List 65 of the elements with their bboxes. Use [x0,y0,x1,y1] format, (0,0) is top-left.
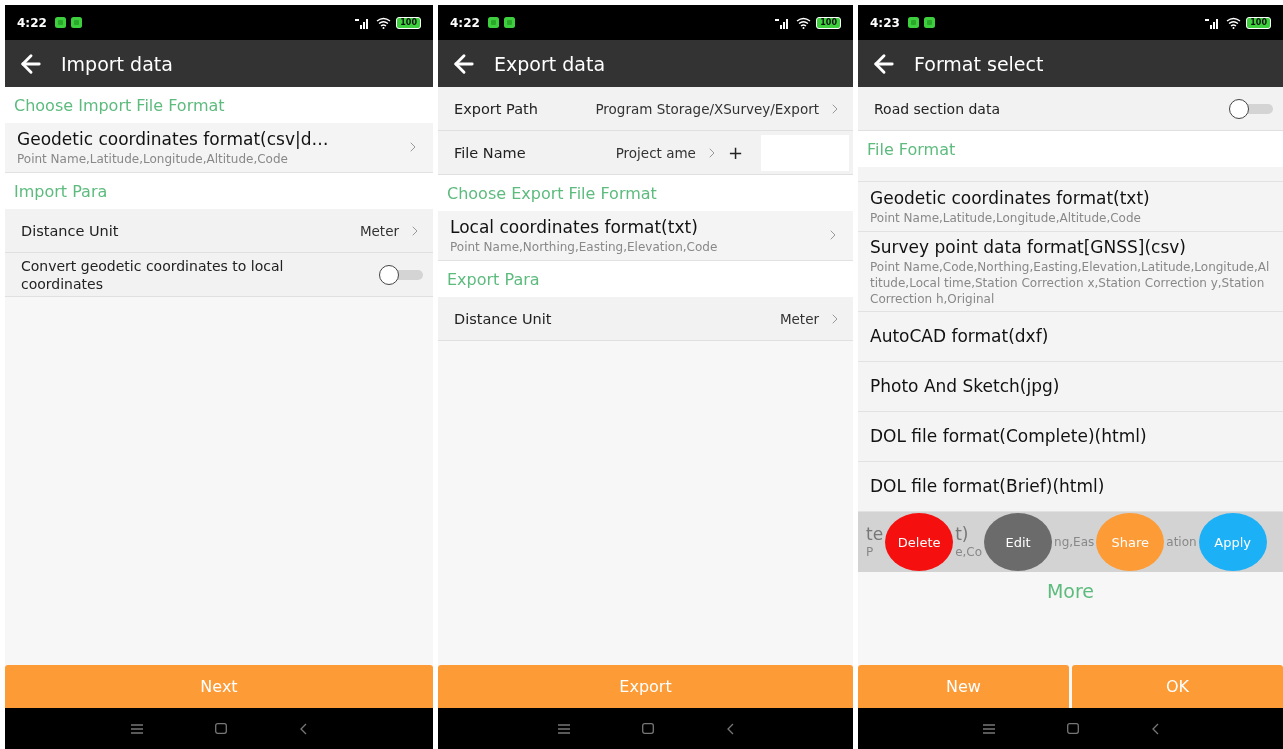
format-title: Local coordinates format(txt) [450,216,698,239]
wifi-icon [376,16,392,29]
section-header: Choose Export File Format [438,175,853,211]
format-fields: Point Name,Latitude,Longitude,Altitude,Code [870,210,1141,226]
section-header: File Format [858,131,1283,167]
format-title: DOL file format(Complete)(html) [870,425,1147,448]
screen-title: Format select [914,52,1044,75]
screen-title: Import data [61,52,173,75]
format-fields: Point Name,Northing,Easting,Elevation,Code [450,239,718,255]
notification-icon [487,17,499,28]
toggle-switch[interactable] [379,264,423,285]
add-icon[interactable]: + [727,142,743,163]
setting-label: Convert geodetic coordinates to local coordinates [21,256,285,293]
format-fields: Point Name,Code,Northing,Easting,Elevation,Latitude,Longitude,Altitude,Local time,Station Correction x,Station Correction y,Station Correction h,Original [870,259,1271,307]
toggle-switch[interactable] [1229,98,1273,119]
wifi-icon [796,16,812,29]
setting-label: Export Path [454,100,538,117]
battery-indicator: 100 [816,16,841,29]
screen-title: Export data [494,52,606,75]
battery-indicator: 100 [1246,16,1271,29]
setting-label: Distance Unit [454,310,552,327]
section-header: Choose Import File Format [5,87,433,123]
row-fields: e,Co [955,544,983,560]
format-title: Photo And Sketch(jpg) [870,375,1060,398]
section-header: Export Para [438,261,853,297]
setting-value: Meter [779,310,819,327]
status-time: 4:23 [870,15,900,30]
menu-icon[interactable] [982,723,995,734]
section-header: Import Para [5,173,433,209]
home-icon[interactable] [1066,723,1079,734]
format-title: DOL file format(Brief)(html) [870,475,1105,498]
home-icon[interactable] [641,723,654,734]
format-title: Geodetic coordinates format(csv|d… [17,128,329,151]
notification-icon [503,17,515,28]
row-fields: ation [1166,534,1197,550]
setting-value: Program Storage/XSurvey/Export [595,100,819,117]
format-title: AutoCAD format(dxf) [870,325,1049,348]
row-fields: ng,Eas [1054,534,1095,550]
setting-row[interactable]: Export Path Program Storage/XSurvey/Export [438,87,853,131]
notification-icon [70,17,82,28]
menu-icon[interactable] [557,723,570,734]
setting-label: Distance Unit [21,222,119,239]
format-fields: Point Name,Latitude,Longitude,Altitude,Code [17,151,288,167]
setting-value: Project ame [615,144,696,161]
row-fields: P [866,544,874,560]
action-button[interactable]: Edit [984,513,1053,571]
status-time: 4:22 [17,15,47,30]
setting-value: Meter [359,222,399,239]
notification-icon [907,17,919,28]
notification-icon [923,17,935,28]
setting-row[interactable]: Distance Unit Meter [5,209,433,253]
format-title: Survey point data format[GNSS](csv) [870,236,1186,259]
row-title: te [866,524,884,544]
action-button[interactable]: Delete [885,513,954,571]
notification-icon [54,17,66,28]
setting-row[interactable]: Distance Unit Meter [438,297,853,341]
row-title: t) [955,524,969,544]
status-time: 4:22 [450,15,480,30]
setting-label: File Name [454,144,526,161]
format-title: Geodetic coordinates format(txt) [870,187,1150,210]
setting-label: Road section data [874,99,1001,118]
battery-indicator: 100 [396,16,421,29]
menu-icon[interactable] [131,723,143,734]
home-icon[interactable] [215,723,227,734]
wifi-icon [1226,16,1242,29]
